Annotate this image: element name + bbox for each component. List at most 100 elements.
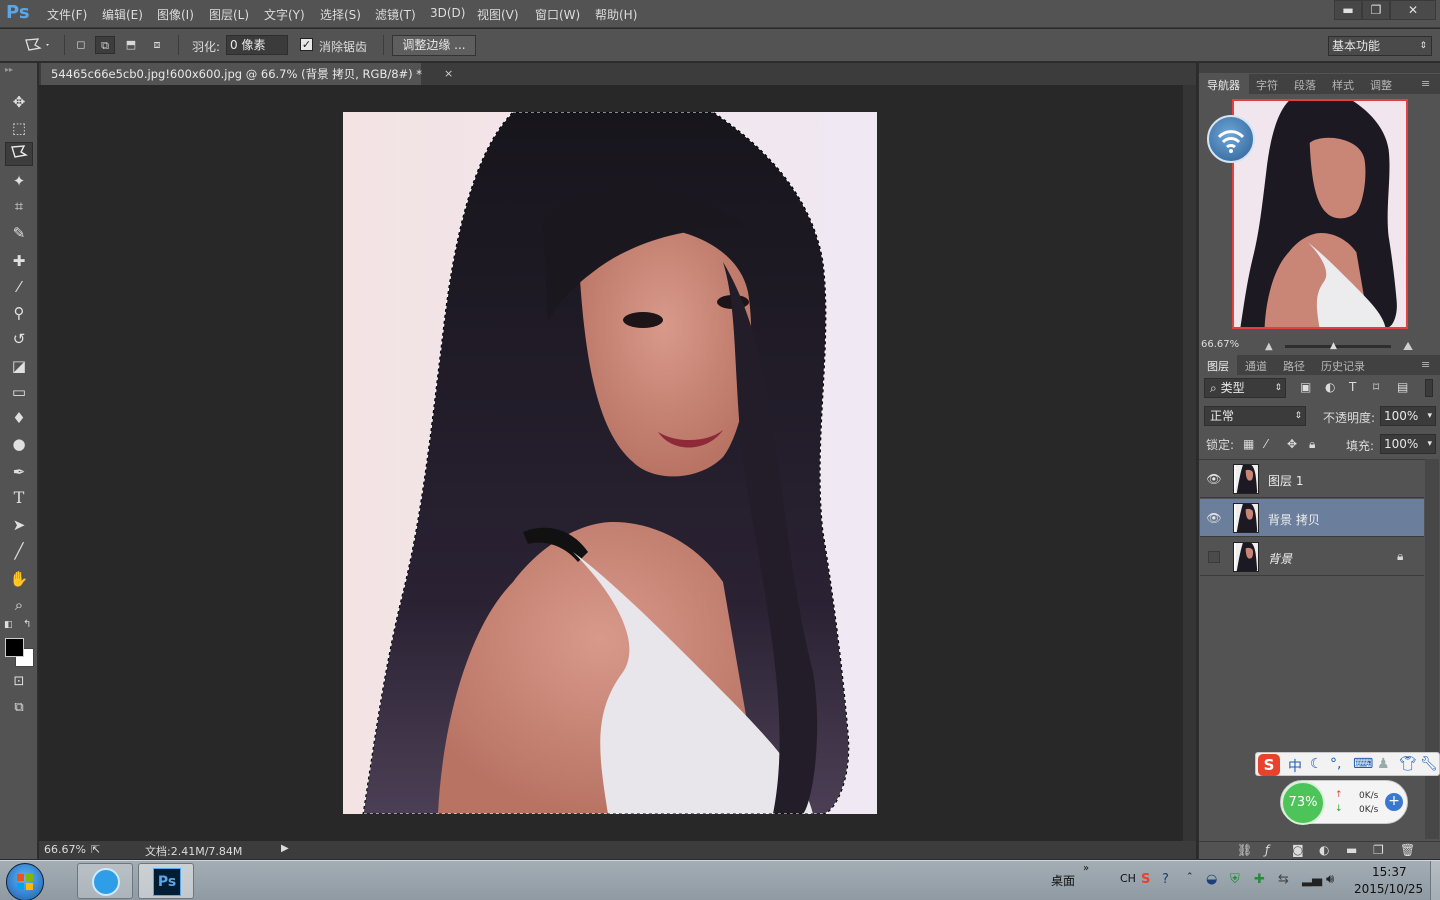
tab-adjustments[interactable]: 调整 [1370, 77, 1392, 93]
tab-character[interactable]: 字符 [1256, 77, 1278, 93]
restore-button[interactable]: ❐ [1362, 0, 1390, 20]
tab-navigator[interactable]: 导航器 [1207, 77, 1240, 93]
security-tray-icon[interactable]: ✚ [1254, 872, 1265, 887]
wrench-icon[interactable]: 🔧︎ [1420, 756, 1438, 772]
clock-date[interactable]: 2015/10/25 [1354, 882, 1423, 896]
taskbar-app-photoshop[interactable]: Ps [138, 863, 194, 899]
filter-shape-icon[interactable]: ⌑ [1373, 380, 1379, 394]
visibility-eye-icon[interactable]: 👁︎ [1206, 510, 1222, 526]
navigator-zoom[interactable]: 66.67% [1201, 339, 1239, 350]
clone-stamp-tool-icon[interactable]: ⚲ [5, 301, 33, 325]
zoom-in-icon[interactable]: ⛰ [1403, 339, 1413, 354]
refine-edge-button[interactable]: 调整边缘 ... [392, 35, 476, 56]
intersect-selection-button[interactable]: ⧈ [147, 36, 167, 54]
start-button[interactable] [6, 863, 44, 900]
path-selection-tool-icon[interactable]: ➤ [5, 513, 33, 537]
moon-icon[interactable]: ☾ [1310, 756, 1323, 772]
quick-mask-icon[interactable]: ⊡ [5, 670, 33, 694]
add-mask-icon[interactable]: ◙ [1292, 843, 1304, 857]
gradient-tool-icon[interactable]: ▭ [5, 380, 33, 404]
menu-file[interactable]: 文件(F) [47, 6, 87, 23]
antialias-checkbox[interactable]: ✓ [300, 38, 313, 51]
document-close-icon[interactable]: × [444, 63, 458, 85]
layer-row-selected[interactable]: 👁︎ 背景 拷贝 [1200, 499, 1424, 537]
marquee-tool-icon[interactable]: ⬚ [5, 116, 33, 140]
clock-time[interactable]: 15:37 [1372, 865, 1407, 879]
document-tab[interactable]: 54465c66e5cb0.jpg!600x600.jpg @ 66.7% (背… [41, 63, 422, 85]
healing-brush-tool-icon[interactable]: ✚ [5, 249, 33, 273]
wifi-tray-icon[interactable]: ◒ [1206, 872, 1217, 887]
sogou-tray-icon[interactable]: S [1141, 872, 1150, 887]
navigator-zoom-slider[interactable] [1285, 345, 1391, 348]
crop-tool-icon[interactable]: ⌗ [5, 194, 33, 218]
canvas-area[interactable] [39, 85, 1182, 841]
wifi-widget[interactable] [1207, 115, 1255, 163]
zoom-slider-thumb[interactable]: ▲ [1330, 341, 1337, 351]
move-tool-icon[interactable]: ✥ [5, 90, 33, 114]
menu-image[interactable]: 图像(I) [157, 6, 194, 23]
zoom-readout[interactable]: 66.67% [44, 843, 86, 856]
brush-tool-icon[interactable]: ⁄ [5, 275, 33, 299]
desktop-toolbar-label[interactable]: 桌面 [1051, 872, 1075, 889]
adjustment-layer-icon[interactable]: ◐ [1319, 843, 1329, 857]
menu-filter[interactable]: 滤镜(T) [375, 6, 416, 23]
blend-mode-select[interactable]: 正常 ⇕ [1204, 406, 1306, 426]
toolbar-expand-icon[interactable]: » [1083, 863, 1089, 874]
line-tool-icon[interactable]: ╱ [5, 539, 33, 563]
screen-mode-icon[interactable]: ⧉ [5, 696, 33, 720]
skin-icon[interactable]: 👕︎ [1399, 756, 1417, 772]
menu-help[interactable]: 帮助(H) [595, 6, 637, 23]
subtract-selection-button[interactable]: ⬒ [121, 36, 141, 54]
network-tray-icon[interactable]: ⇆ [1278, 872, 1289, 887]
tab-channels[interactable]: 通道 [1245, 358, 1267, 374]
eraser-tool-icon[interactable]: ◪ [5, 354, 33, 378]
opacity-input[interactable]: 100% ▾ [1380, 406, 1436, 426]
tab-paths[interactable]: 路径 [1283, 358, 1305, 374]
panel-menu-icon[interactable]: ≡ [1421, 358, 1430, 371]
zoom-out-icon[interactable]: ▲ [1265, 341, 1273, 352]
feather-input[interactable]: 0 像素 [226, 35, 288, 55]
menu-window[interactable]: 窗口(W) [535, 6, 580, 23]
workspace-select[interactable]: 基本功能 ⇕ [1328, 36, 1432, 56]
type-tool-icon[interactable]: T [5, 486, 33, 510]
filter-smart-object-icon[interactable]: ▤ [1397, 380, 1408, 394]
polygonal-lasso-tool-icon[interactable] [5, 142, 33, 166]
menu-layer[interactable]: 图层(L) [209, 6, 249, 23]
add-icon[interactable]: + [1385, 793, 1403, 811]
zoom-tool-icon[interactable]: ⌕ [5, 593, 33, 617]
navigator-preview[interactable] [1232, 99, 1408, 329]
panel-menu-icon[interactable]: ≡ [1421, 77, 1430, 90]
tab-paragraph[interactable]: 段落 [1294, 77, 1316, 93]
blur-tool-icon[interactable]: ♦ [5, 406, 33, 430]
menu-select[interactable]: 选择(S) [320, 6, 361, 23]
lock-all-icon[interactable]: 🔒︎ [1309, 437, 1315, 452]
menu-type[interactable]: 文字(Y) [264, 6, 305, 23]
layer-style-icon[interactable]: ƒ [1265, 843, 1269, 857]
lock-position-icon[interactable]: ✥ [1287, 437, 1297, 451]
export-icon[interactable]: ⇱ [91, 843, 100, 856]
document-image[interactable] [343, 112, 877, 814]
layer-name[interactable]: 背景 拷贝 [1268, 511, 1320, 528]
new-selection-button[interactable]: ◻ [71, 36, 91, 54]
eyedropper-tool-icon[interactable]: ✎ [5, 221, 33, 245]
panel-collapse-icon[interactable]: ▸▸ [5, 65, 33, 74]
add-selection-button[interactable]: ⧉ [95, 36, 115, 54]
filter-pixel-icon[interactable]: ▣ [1300, 380, 1311, 394]
net-speed-widget[interactable]: 73% ↑ ↓ 0K/s 0K/s + [1280, 780, 1408, 825]
history-brush-tool-icon[interactable]: ↺ [5, 327, 33, 351]
hand-tool-icon[interactable]: ✋ [5, 567, 33, 591]
layers-scrollbar[interactable] [1425, 459, 1439, 839]
filter-adjustment-icon[interactable]: ◐ [1325, 380, 1335, 394]
shield-tray-icon[interactable]: ⛨ [1230, 872, 1240, 887]
menu-3d[interactable]: 3D(D) [430, 6, 465, 20]
language-indicator[interactable]: CH [1120, 872, 1136, 885]
vertical-scrollbar[interactable] [1182, 85, 1196, 841]
menu-view[interactable]: 视图(V) [477, 6, 519, 23]
magic-wand-tool-icon[interactable]: ✦ [5, 169, 33, 193]
ime-chinese-mode[interactable]: 中 [1288, 756, 1302, 776]
layer-name[interactable]: 图层 1 [1268, 472, 1303, 489]
taskbar-app-browser[interactable] [77, 863, 133, 899]
help-tray-icon[interactable]: ? [1162, 872, 1169, 887]
visibility-toggle-off[interactable] [1208, 551, 1220, 563]
tab-styles[interactable]: 样式 [1332, 77, 1354, 93]
